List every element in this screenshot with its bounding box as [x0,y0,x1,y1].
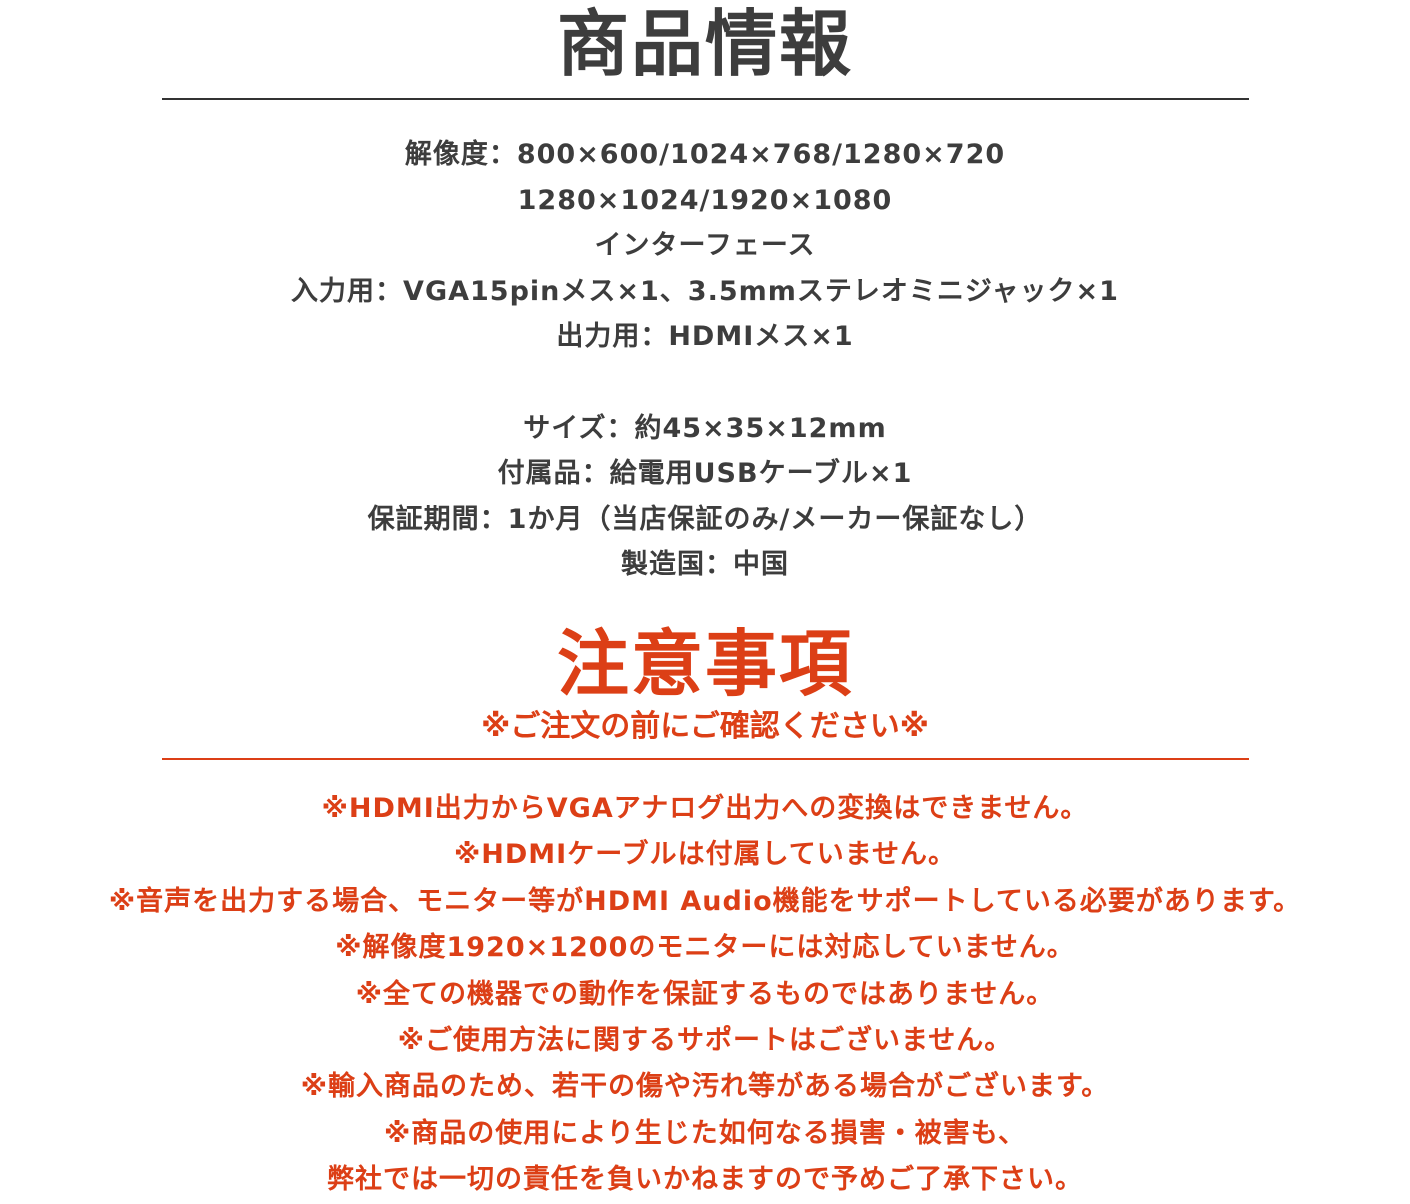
cautions-list: ※HDMI出力からVGAアナログ出力への変換はできません。 ※HDMIケーブルは… [0,786,1410,1204]
spec-warranty-line: 保証期間：1か月（当店保証のみ/メーカー保証なし） [367,503,1043,535]
caution-item: ※輸入商品のため、若干の傷や汚れ等がある場合がございます。 [300,1071,1110,1103]
caution-item: ※HDMI出力からVGAアナログ出力への変換はできません。 [321,793,1089,824]
caution-item: ※HDMIケーブルは付属していません。 [454,839,956,871]
caution-item: ※音声を出力する場合、モニター等がHDMI Audio機能をサポートしている必要… [108,885,1302,917]
spec-input-line: 入力用：VGA15pinメス×1、3.5mmステレオミニジャック×1 [291,275,1119,307]
cautions-divider [162,758,1249,760]
caution-item: ※全ての機器での動作を保証するものではありません。 [355,978,1055,1010]
spec-resolution-line: 解像度：800×600/1024×768/1280×720 [404,139,1006,170]
spec-size-line: サイズ：約45×35×12mm [523,412,887,444]
caution-item: 弊社では一切の責任を負いかねますので予めご了承下さい。 [327,1164,1083,1196]
product-info-list: 解像度：800×600/1024×768/1280×720 1280×1024/… [0,132,1410,588]
product-info-divider [162,98,1249,100]
spec-output-line: 出力用：HDMIメス×1 [556,321,854,353]
spec-blank-line [0,360,1410,406]
cautions-title: 注意事項 [556,622,853,706]
caution-item: ※商品の使用により生じた如何なる損害・被害も、 [384,1117,1026,1149]
spec-origin-line: 製造国：中国 [621,549,789,581]
cautions-subtitle: ※ご注文の前にご確認ください※ [481,709,929,744]
product-info-title: 商品情報 [556,2,853,86]
spec-resolution-line-2: 1280×1024/1920×1080 [517,184,893,216]
spec-accessories-line: 付属品：給電用USBケーブル×1 [497,458,913,490]
caution-item: ※ご使用方法に関するサポートはございません。 [397,1024,1013,1056]
spec-interface-heading: インターフェース [594,230,816,262]
caution-item: ※解像度1920×1200のモニターには対応していません。 [335,932,1075,964]
product-detail-page: 商品情報 解像度：800×600/1024×768/1280×720 1280×… [0,0,1410,1200]
